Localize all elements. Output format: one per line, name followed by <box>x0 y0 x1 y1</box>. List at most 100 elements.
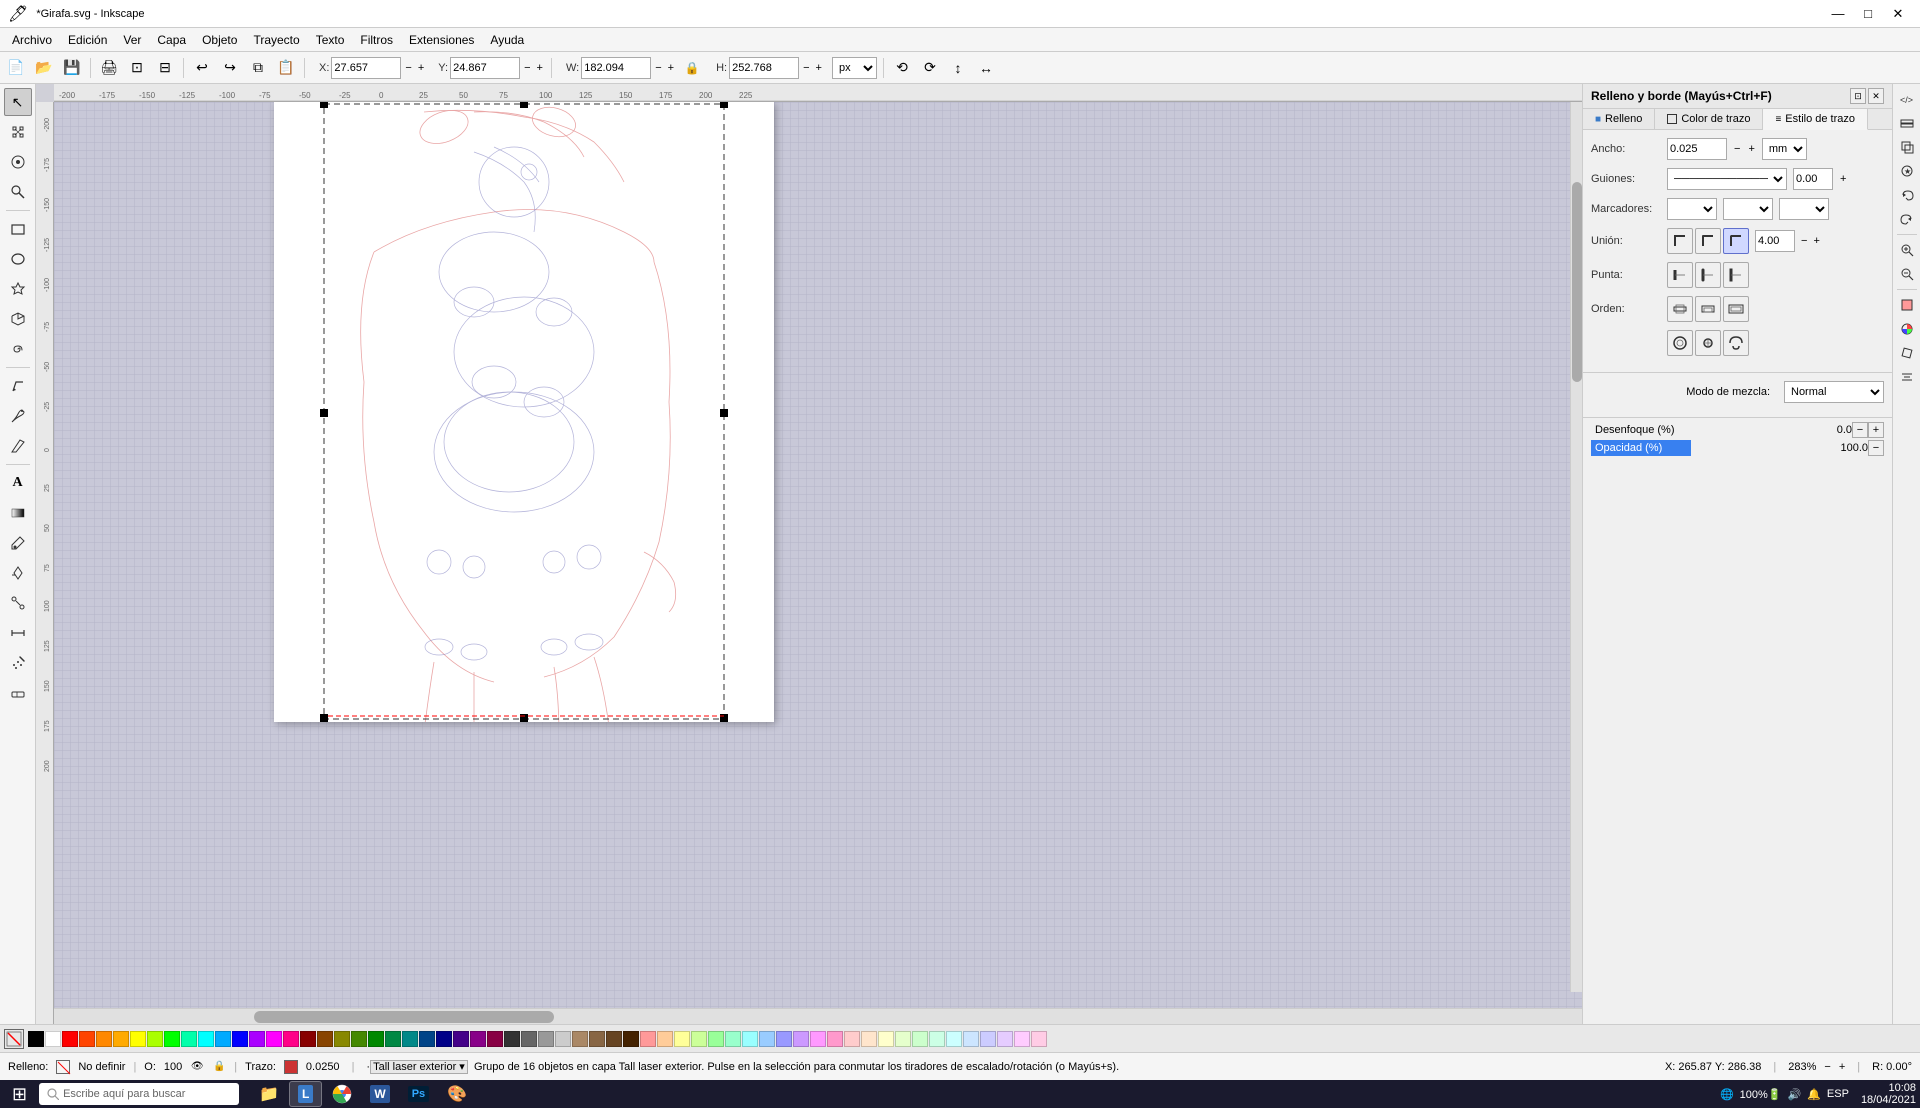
tool-dropper[interactable] <box>4 529 32 557</box>
y-minus[interactable]: − <box>524 62 530 74</box>
far-btn-transform[interactable] <box>1896 342 1918 364</box>
tray-notification[interactable]: 🔔 <box>1807 1088 1821 1101</box>
tool-ellipse[interactable] <box>4 245 32 273</box>
far-btn-xml[interactable]: </> <box>1896 88 1918 110</box>
scrollbar-thumb-horizontal[interactable] <box>254 1011 554 1023</box>
menu-ayuda[interactable]: Ayuda <box>482 31 532 49</box>
scrollbar-thumb-vertical[interactable] <box>1572 182 1582 382</box>
scrollbar-vertical[interactable] <box>1570 102 1582 992</box>
transform-btn2[interactable]: ⟳ <box>918 56 942 80</box>
close-button[interactable]: ✕ <box>1884 3 1912 25</box>
layer-select[interactable]: Tall laser exterior ▾ <box>370 1060 468 1074</box>
color-swatch[interactable] <box>997 1031 1013 1047</box>
color-swatch[interactable] <box>164 1031 180 1047</box>
far-btn-fill[interactable] <box>1896 294 1918 316</box>
union-miter[interactable] <box>1667 228 1693 254</box>
tool-connector[interactable] <box>4 589 32 617</box>
color-swatch[interactable] <box>300 1031 316 1047</box>
color-swatch[interactable] <box>351 1031 367 1047</box>
tool-calligraphy[interactable] <box>4 432 32 460</box>
color-swatch[interactable] <box>470 1031 486 1047</box>
color-swatch[interactable] <box>402 1031 418 1047</box>
opacity-icon[interactable]: 👁 <box>190 1060 204 1074</box>
tab-relleno[interactable]: ■ Relleno <box>1583 109 1655 129</box>
transform-btn4[interactable]: ↔ <box>974 56 998 80</box>
x-minus[interactable]: − <box>405 62 411 74</box>
unit-select[interactable]: px mm cm in <box>832 57 877 79</box>
x-plus[interactable]: + <box>418 62 424 74</box>
canvas-viewport[interactable] <box>54 102 1582 1008</box>
color-swatch[interactable] <box>198 1031 214 1047</box>
tool-3dbox[interactable] <box>4 305 32 333</box>
desenfoque-plus[interactable]: + <box>1868 422 1884 438</box>
color-swatch[interactable] <box>810 1031 826 1047</box>
color-swatch[interactable] <box>776 1031 792 1047</box>
color-swatch[interactable] <box>963 1031 979 1047</box>
toolbar-new[interactable]: 📄 <box>4 56 28 80</box>
desenfoque-label[interactable]: Desenfoque (%) <box>1591 422 1691 438</box>
minimize-button[interactable]: — <box>1824 3 1852 25</box>
no-fill-button[interactable] <box>4 1029 24 1049</box>
toolbar-copy[interactable]: ⧉ <box>246 56 270 80</box>
tool-paint-bucket[interactable] <box>4 559 32 587</box>
tool-spray[interactable] <box>4 649 32 677</box>
color-swatch[interactable] <box>844 1031 860 1047</box>
far-btn-colorwheel[interactable] <box>1896 318 1918 340</box>
color-swatch[interactable] <box>980 1031 996 1047</box>
color-swatch[interactable] <box>436 1031 452 1047</box>
toolbar-paste[interactable]: 📋 <box>274 56 298 80</box>
menu-filtros[interactable]: Filtros <box>352 31 401 49</box>
menu-archivo[interactable]: Archivo <box>4 31 60 49</box>
toolbar-zoom-select[interactable]: ⊟ <box>153 56 177 80</box>
lock-icon[interactable]: 🔒 <box>212 1060 226 1074</box>
color-swatch[interactable] <box>640 1031 656 1047</box>
color-swatch[interactable] <box>385 1031 401 1047</box>
punta-round[interactable] <box>1695 262 1721 288</box>
color-swatch[interactable] <box>742 1031 758 1047</box>
union-round[interactable] <box>1695 228 1721 254</box>
h-input[interactable] <box>729 57 799 79</box>
scrollbar-horizontal[interactable] <box>54 1008 1582 1024</box>
blend-select[interactable]: Normal Multiply Screen Overlay Darken <box>1784 381 1884 403</box>
tool-spiral[interactable] <box>4 335 32 363</box>
menu-edicion[interactable]: Edición <box>60 31 115 49</box>
zoom-plus[interactable]: + <box>1839 1061 1845 1073</box>
orden-centered[interactable] <box>1667 296 1693 322</box>
color-swatch[interactable] <box>606 1031 622 1047</box>
orden-inside[interactable] <box>1695 296 1721 322</box>
toolbar-save[interactable]: 💾 <box>60 56 84 80</box>
color-swatch[interactable] <box>759 1031 775 1047</box>
color-swatch[interactable] <box>419 1031 435 1047</box>
color-swatch[interactable] <box>691 1031 707 1047</box>
tool-rect[interactable] <box>4 215 32 243</box>
menu-objeto[interactable]: Objeto <box>194 31 245 49</box>
tool-node[interactable] <box>4 118 32 146</box>
transform-btn3[interactable]: ↕ <box>946 56 970 80</box>
color-swatch[interactable] <box>793 1031 809 1047</box>
ancho-plus[interactable]: + <box>1748 143 1754 155</box>
tool-text[interactable]: A <box>4 469 32 497</box>
w-input[interactable] <box>581 57 651 79</box>
x-input[interactable] <box>331 57 401 79</box>
tray-network[interactable]: 🌐 <box>1720 1088 1734 1101</box>
far-btn-align[interactable] <box>1896 366 1918 388</box>
tool-selector[interactable]: ↖ <box>4 88 32 116</box>
lock-aspect[interactable]: 🔒 <box>680 56 704 80</box>
color-swatch[interactable] <box>725 1031 741 1047</box>
tab-estilo-trazo[interactable]: ≡ Estilo de trazo <box>1763 109 1868 130</box>
tool-tweak[interactable] <box>4 148 32 176</box>
union-bevel[interactable] <box>1723 228 1749 254</box>
maximize-button[interactable]: □ <box>1854 3 1882 25</box>
far-btn-undo[interactable] <box>1896 184 1918 206</box>
toolbar-redo[interactable]: ↪ <box>218 56 242 80</box>
y-plus[interactable]: + <box>537 62 543 74</box>
color-swatch[interactable] <box>674 1031 690 1047</box>
color-swatch[interactable] <box>572 1031 588 1047</box>
canvas-area[interactable]: -200 -175 -150 -125 -100 -75 -50 -25 0 2… <box>36 84 1582 1024</box>
color-swatch[interactable] <box>130 1031 146 1047</box>
color-swatch[interactable] <box>1031 1031 1047 1047</box>
color-swatch[interactable] <box>623 1031 639 1047</box>
taskbar-photoshop[interactable]: Ps <box>400 1081 437 1107</box>
taskbar-inkscape[interactable]: L <box>289 1081 322 1107</box>
color-swatch[interactable] <box>487 1031 503 1047</box>
